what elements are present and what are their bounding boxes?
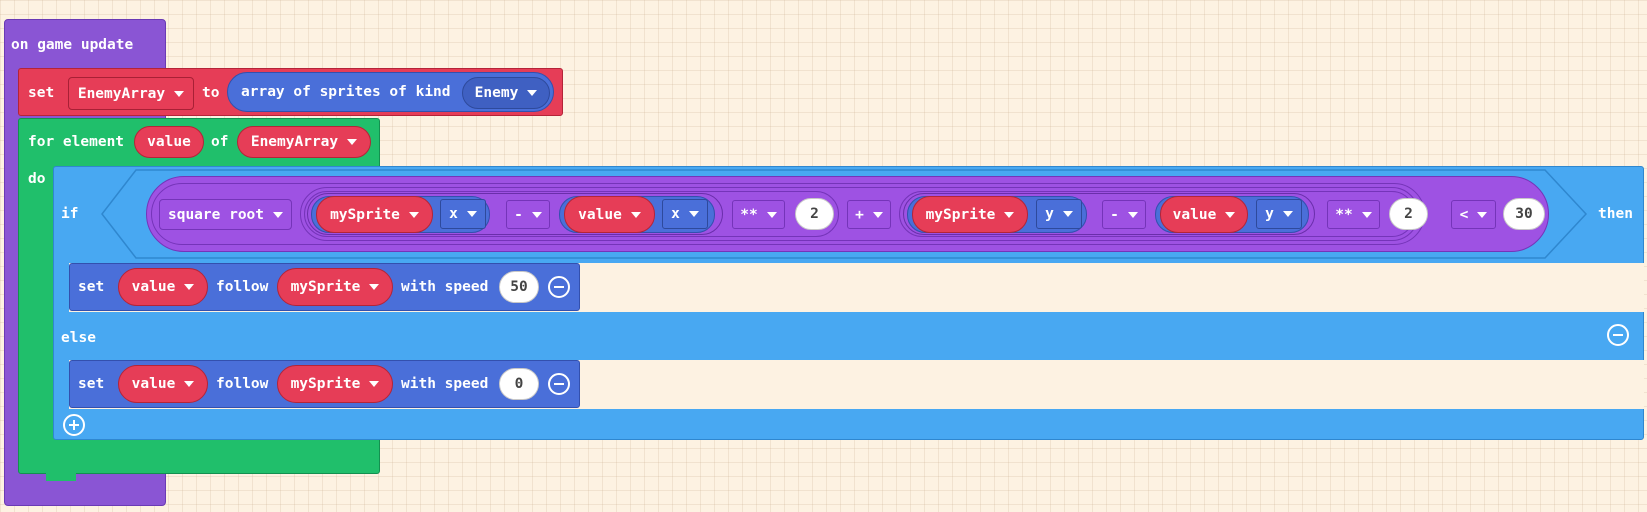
compare-operator-text: < [1459,206,1469,223]
chevron-down-icon [527,90,538,96]
follow-then-value-dropdown[interactable]: value [118,268,208,306]
value-x-property-dropdown[interactable]: x [662,199,708,229]
mysprite-x-text: mySprite [330,206,400,223]
mysprite-y-text: mySprite [925,206,996,223]
follow-then-speed-text: 50 [510,279,528,295]
compare-value-input[interactable]: 30 [1503,198,1545,230]
follow-else-speed-label: with speed [401,376,489,392]
chevron-down-icon [273,211,284,218]
else-remove-icon[interactable] [1607,324,1629,346]
enemy-kind-text: Enemy [474,85,519,101]
chevron-down-icon [369,381,380,387]
follow-then-speed-input[interactable]: 50 [499,271,539,303]
chevron-down-icon [630,211,641,218]
mysprite-y-dropdown[interactable]: mySprite [912,196,1028,233]
value-x-property-text: x [671,206,680,222]
enemy-array-variable-dropdown[interactable]: EnemyArray [68,77,194,110]
chevron-down-icon [688,211,699,217]
exponent-x-text: 2 [810,206,819,222]
exponent-y-text: 2 [1404,206,1413,222]
x-property-text: x [449,206,458,222]
follow-else-speed-input[interactable]: 0 [499,368,539,400]
follow-else-remove-icon[interactable] [548,373,570,395]
if-label: if [61,206,79,222]
value-y-property-text: y [1265,206,1274,222]
y-property-dropdown[interactable]: y [1036,199,1082,229]
follow-else-value-dropdown[interactable]: value [118,365,208,403]
power-operator-x-dropdown[interactable]: ** [732,200,785,229]
follow-then-target-text: mySprite [290,279,361,295]
minus-operator-y-dropdown[interactable]: - [1102,200,1146,229]
set-label: set [28,85,55,101]
power-operator-x-text: ** [740,206,758,223]
plus-operator-dropdown[interactable]: + [847,200,891,229]
chevron-down-icon [369,284,380,290]
chevron-down-icon [1477,211,1488,218]
enemy-array-loop-dropdown[interactable]: EnemyArray [237,126,371,158]
compare-value-text: 30 [1515,206,1533,222]
y-property-text: y [1045,206,1054,222]
of-label: of [211,134,229,150]
follow-then-follow-label: follow [216,279,269,295]
then-label: then [1598,206,1633,222]
element-value-text: value [147,134,191,150]
chevron-down-icon [408,211,419,218]
enemy-array-variable-text: EnemyArray [77,85,166,102]
follow-then-target-dropdown[interactable]: mySprite [277,268,393,306]
do-label: do [28,171,46,187]
else-label: else [61,330,96,346]
square-root-dropdown[interactable]: square root [159,199,292,230]
chevron-down-icon [347,139,358,145]
chevron-down-icon [1004,211,1015,218]
follow-else-value-text: value [131,376,176,392]
follow-then-speed-label: with speed [401,279,489,295]
enemy-kind-dropdown[interactable]: Enemy [462,77,550,109]
compare-operator-dropdown[interactable]: < [1451,200,1496,229]
exponent-y-input[interactable]: 2 [1389,198,1428,230]
to-label: to [202,85,220,101]
follow-else-target-text: mySprite [290,376,361,392]
value-y-dropdown[interactable]: value [1160,196,1248,233]
chevron-down-icon [184,381,195,387]
power-operator-y-text: ** [1335,206,1353,223]
chevron-down-icon [466,211,477,217]
minus-operator-text: - [514,206,523,223]
chevron-down-icon [872,211,883,218]
value-x-text: value [578,206,622,223]
array-of-sprites-label: array of sprites of kind [241,84,451,100]
follow-then-remove-icon[interactable] [548,276,570,298]
follow-else-target-dropdown[interactable]: mySprite [277,365,393,403]
x-property-dropdown[interactable]: x [440,199,486,229]
follow-then-set-label: set [78,279,105,295]
for-element-label: for element [28,134,125,150]
power-operator-y-dropdown[interactable]: ** [1327,200,1380,229]
chevron-down-icon [184,284,195,290]
follow-else-set-label: set [78,376,105,392]
chevron-down-icon [1282,211,1293,217]
follow-else-follow-label: follow [216,376,269,392]
enemy-array-loop-text: EnemyArray [250,134,339,150]
plus-operator-text: + [855,206,864,223]
chevron-down-icon [766,211,777,218]
element-value-variable[interactable]: value [134,126,204,158]
chevron-down-icon [1127,211,1138,218]
follow-else-speed-text: 0 [514,376,524,392]
minus-operator-dropdown[interactable]: - [506,200,550,229]
chevron-down-icon [1062,211,1073,217]
minus-operator-y-text: - [1110,206,1119,223]
chevron-down-icon [174,90,185,97]
chevron-down-icon [1361,211,1372,218]
add-else-if-icon[interactable] [63,414,85,436]
value-x-dropdown[interactable]: value [564,196,655,233]
loop-notch [46,473,76,481]
value-y-property-dropdown[interactable]: y [1256,199,1302,229]
mysprite-x-dropdown[interactable]: mySprite [316,196,433,233]
on-game-update-label: on game update [11,37,134,53]
chevron-down-icon [531,211,542,218]
chevron-down-icon [1225,211,1236,218]
square-root-text: square root [167,206,265,223]
value-y-text: value [1172,206,1217,223]
exponent-x-input[interactable]: 2 [795,198,834,230]
follow-then-value-text: value [131,279,176,295]
